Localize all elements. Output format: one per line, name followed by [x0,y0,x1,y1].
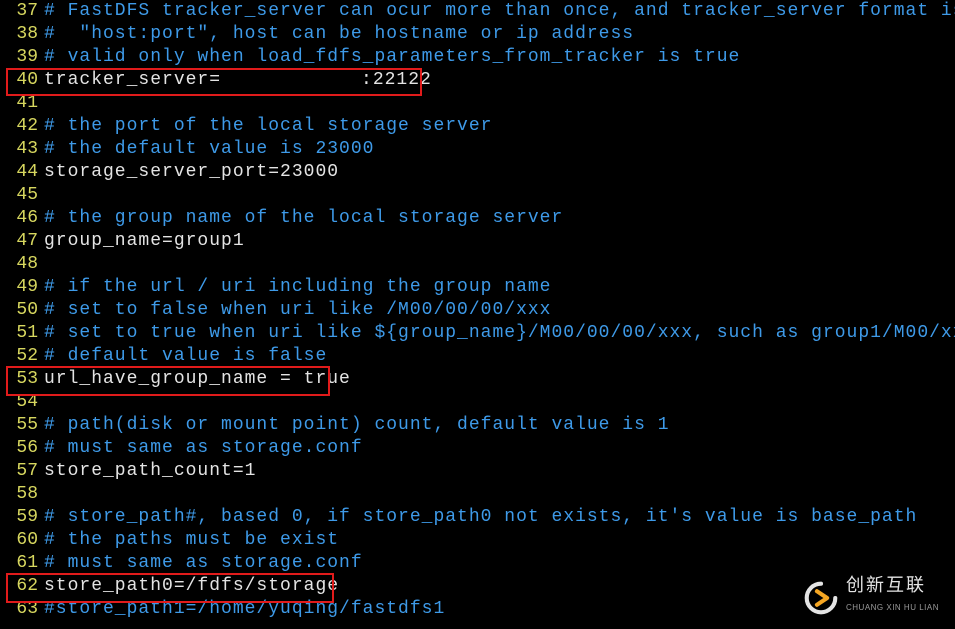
line-number: 37 [0,0,44,23]
line-number: 52 [0,345,44,368]
line-number: 51 [0,322,44,345]
line-number: 46 [0,207,44,230]
code-content: group_name=group1 [44,230,245,253]
watermark-logo: 创新互联 CHUANG XIN HU LIAN [804,576,939,619]
code-content: # if the url / uri including the group n… [44,276,551,299]
line-number: 56 [0,437,44,460]
line-number: 40 [0,69,44,92]
code-line: 46# the group name of the local storage … [0,207,955,230]
code-content: # the port of the local storage server [44,115,492,138]
code-content: storage_server_port=23000 [44,161,339,184]
line-number: 42 [0,115,44,138]
code-line: 57store_path_count=1 [0,460,955,483]
code-content: # path(disk or mount point) count, defau… [44,414,670,437]
line-number: 50 [0,299,44,322]
line-number: 61 [0,552,44,575]
code-line: 53url_have_group_name = true [0,368,955,391]
line-number: 48 [0,253,44,276]
code-line: 44storage_server_port=23000 [0,161,955,184]
code-line: 39# valid only when load_fdfs_parameters… [0,46,955,69]
code-content: # "host:port", host can be hostname or i… [44,23,634,46]
line-number: 49 [0,276,44,299]
code-content: # FastDFS tracker_server can ocur more t… [44,0,955,23]
line-number: 57 [0,460,44,483]
code-line: 38# "host:port", host can be hostname or… [0,23,955,46]
code-line: 54 [0,391,955,414]
code-line: 55# path(disk or mount point) count, def… [0,414,955,437]
code-content: # valid only when load_fdfs_parameters_f… [44,46,740,69]
code-line: 40tracker_server=:22122 [0,69,955,92]
code-content: tracker_server=:22122 [44,69,432,92]
line-number: 41 [0,92,44,115]
code-content: # set to false when uri like /M00/00/00/… [44,299,551,322]
code-line: 60# the paths must be exist [0,529,955,552]
code-content: # default value is false [44,345,327,368]
code-editor[interactable]: 37# FastDFS tracker_server can ocur more… [0,0,955,629]
line-number: 60 [0,529,44,552]
code-content: store_path0=/fdfs/storage [44,575,339,598]
line-number: 59 [0,506,44,529]
code-content: # the group name of the local storage se… [44,207,563,230]
code-line: 56# must same as storage.conf [0,437,955,460]
code-line: 58 [0,483,955,506]
code-line: 51# set to true when uri like ${group_na… [0,322,955,345]
logo-subtitle: CHUANG XIN HU LIAN [846,596,939,619]
code-content: # must same as storage.conf [44,552,363,575]
redacted-block [221,73,361,91]
code-content: # the paths must be exist [44,529,339,552]
code-content: store_path_count=1 [44,460,256,483]
logo-mark-icon [804,581,838,615]
code-line: 42# the port of the local storage server [0,115,955,138]
code-line: 47group_name=group1 [0,230,955,253]
line-number: 44 [0,161,44,184]
code-line: 48 [0,253,955,276]
line-number: 55 [0,414,44,437]
line-number: 38 [0,23,44,46]
line-number: 43 [0,138,44,161]
line-number: 63 [0,598,44,621]
code-content: # store_path#, based 0, if store_path0 n… [44,506,917,529]
line-number: 58 [0,483,44,506]
code-line: 49# if the url / uri including the group… [0,276,955,299]
code-line: 52# default value is false [0,345,955,368]
code-line: 41 [0,92,955,115]
code-content: # set to true when uri like ${group_name… [44,322,955,345]
code-line: 37# FastDFS tracker_server can ocur more… [0,0,955,23]
line-number: 45 [0,184,44,207]
code-content: # must same as storage.conf [44,437,363,460]
line-number: 62 [0,575,44,598]
line-number: 47 [0,230,44,253]
line-number: 53 [0,368,44,391]
code-line: 43# the default value is 23000 [0,138,955,161]
code-line: 50# set to false when uri like /M00/00/0… [0,299,955,322]
code-line: 59# store_path#, based 0, if store_path0… [0,506,955,529]
code-content: # the default value is 23000 [44,138,374,161]
code-content: #store_path1=/home/yuqing/fastdfs1 [44,598,445,621]
line-number: 39 [0,46,44,69]
logo-title: 创新互联 [846,576,939,594]
line-number: 54 [0,391,44,414]
code-content: url_have_group_name = true [44,368,351,391]
code-line: 61# must same as storage.conf [0,552,955,575]
code-line: 45 [0,184,955,207]
